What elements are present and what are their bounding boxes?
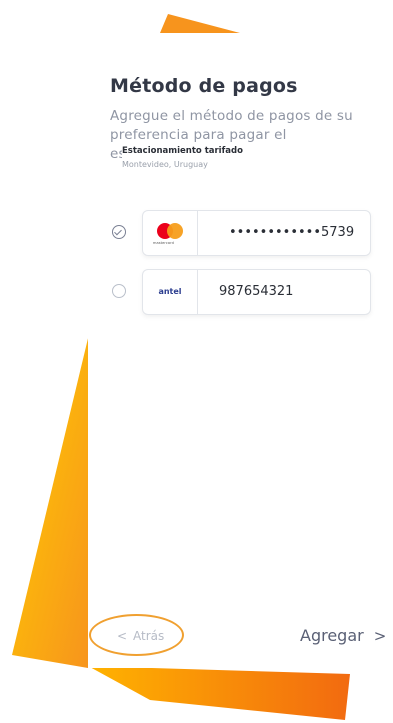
payment-method-mastercard[interactable]: mastercard ••••••••••••5739 xyxy=(106,210,374,256)
method-card[interactable]: mastercard ••••••••••••5739 xyxy=(142,210,371,256)
left-yellow-shape xyxy=(12,330,90,668)
tooltip-title: Estacionamiento tarifado xyxy=(122,146,243,156)
method-card[interactable]: antel 987654321 xyxy=(142,269,371,315)
card-number: ••••••••••••5739 xyxy=(229,225,355,240)
add-label: Agregar xyxy=(300,626,364,645)
payment-method-antel[interactable]: antel 987654321 xyxy=(106,269,374,315)
bottom-orange-shape xyxy=(88,666,350,720)
highlight-circle xyxy=(89,614,184,656)
radio-checked-icon[interactable] xyxy=(112,225,126,239)
mastercard-logo-icon: mastercard xyxy=(143,211,198,255)
top-orange-shape xyxy=(160,14,240,33)
add-button[interactable]: Agregar > xyxy=(300,624,386,648)
chevron-right-icon: > xyxy=(373,627,387,645)
phone-number: 987654321 xyxy=(219,284,294,299)
antel-logo-icon: antel xyxy=(143,270,198,314)
radio-unchecked-icon[interactable] xyxy=(112,284,126,298)
location-tooltip: Estacionamiento tarifado Montevideo, Uru… xyxy=(122,144,272,174)
page-title: Método de pagos xyxy=(110,75,298,97)
payment-methods-screen: Método de pagos Agregue el método de pag… xyxy=(88,33,393,668)
tooltip-location: Montevideo, Uruguay xyxy=(122,160,208,169)
